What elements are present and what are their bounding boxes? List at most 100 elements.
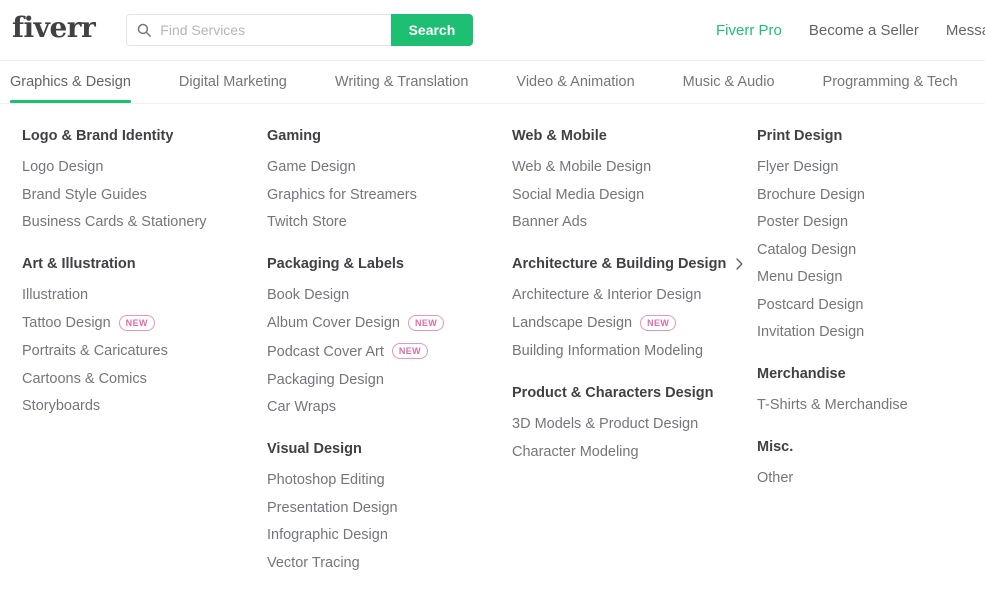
mega-menu-link[interactable]: Business Cards & Stationery (22, 215, 267, 230)
mega-menu-link[interactable]: Twitch Store (267, 215, 512, 230)
mega-menu-link-label: Infographic Design (267, 527, 388, 543)
mega-menu-link[interactable]: Car Wraps (267, 400, 512, 415)
mega-menu-link[interactable]: Catalog Design (757, 241, 985, 258)
group-title-label: Architecture & Building Design (512, 256, 727, 272)
new-badge: NEW (391, 343, 429, 359)
mega-menu-link[interactable]: Poster Design (757, 215, 985, 230)
mega-menu-link-label: Tattoo Design (22, 315, 111, 331)
mega-menu-link-label: Podcast Cover Art (267, 343, 384, 360)
mega-menu-link[interactable]: Cartoons & Comics (22, 370, 267, 387)
mega-menu-link-label: Catalog Design (757, 241, 857, 258)
mega-menu-link[interactable]: Other (757, 471, 985, 486)
mega-menu-link[interactable]: Storyboards (22, 399, 267, 414)
group-title: Print Design (757, 128, 985, 144)
mega-menu-link-label: Brochure Design (757, 186, 865, 203)
mega-menu-link-label: Invitation Design (757, 324, 865, 340)
mega-menu-link[interactable]: Album Cover Design NEW (267, 314, 512, 332)
mega-menu-link-label: Twitch Store (267, 214, 347, 230)
group-title-label: Logo & Brand Identity (22, 128, 174, 144)
mega-menu-link-label: Cartoons & Comics (22, 370, 147, 387)
mega-menu-link-label: Album Cover Design (267, 315, 400, 331)
group-title[interactable]: Architecture & Building Design (512, 256, 757, 272)
mega-menu-link[interactable]: Packaging Design (267, 371, 512, 388)
mega-menu-group: Architecture & Building Design Architectu… (512, 256, 757, 359)
catnav-item-writing-translation[interactable]: Writing & Translation (335, 62, 469, 103)
fiverr-logo[interactable]: fiverr (12, 14, 96, 46)
mega-menu-link[interactable]: Tattoo Design NEW (22, 314, 267, 332)
mega-menu-link[interactable]: Landscape Design NEW (512, 314, 757, 332)
mega-menu-link-label: Business Cards & Stationery (22, 214, 207, 230)
mega-menu-link[interactable]: Illustration (22, 288, 267, 303)
catnav-item-digital-marketing[interactable]: Digital Marketing (179, 62, 287, 103)
group-title: Art & Illustration (22, 256, 267, 272)
group-title: Misc. (757, 439, 985, 455)
mega-menu-link[interactable]: Graphics for Streamers (267, 187, 512, 203)
header-link-become-a-seller[interactable]: Become a Seller (809, 22, 919, 39)
mega-menu-link-label: Packaging Design (267, 371, 384, 388)
catnav-item-music-audio[interactable]: Music & Audio (683, 62, 775, 103)
catnav-item-programming-tech[interactable]: Programming & Tech (823, 62, 958, 103)
mega-menu-group: Logo & Brand Identity Logo Design Brand St… (22, 128, 267, 230)
mega-menu-link[interactable]: Postcard Design (757, 297, 985, 313)
group-title: Web & Mobile (512, 128, 757, 144)
mega-menu-group: Art & Illustration Illustration Tattoo Des… (22, 256, 267, 414)
mega-menu-column: Logo & Brand Identity Logo Design Brand St… (22, 128, 267, 571)
mega-menu-link[interactable]: Social Media Design (512, 186, 757, 203)
mega-menu-link[interactable]: Presentation Design (267, 499, 512, 516)
mega-menu-group: Merchandise T-Shirts & Merchandise (757, 366, 985, 413)
group-title-label: Merchandise (757, 366, 846, 382)
search-input[interactable] (160, 22, 381, 38)
search-button[interactable]: Search (390, 14, 474, 46)
group-title-label: Packaging & Labels (267, 256, 404, 272)
mega-menu-link[interactable]: Podcast Cover Art NEW (267, 343, 512, 360)
mega-menu-link[interactable]: Game Design (267, 160, 512, 175)
mega-menu-link[interactable]: Banner Ads (512, 215, 757, 230)
group-title-label: Web & Mobile (512, 128, 607, 144)
mega-menu-link-label: Character Modeling (512, 443, 639, 460)
mega-menu-group: Web & Mobile Web & Mobile Design Social Me… (512, 128, 757, 230)
chevron-right-icon (736, 258, 743, 270)
mega-menu-group: Print Design Flyer Design Brochure Design P… (757, 128, 985, 340)
catnav-item-video-animation[interactable]: Video & Animation (516, 62, 634, 103)
mega-menu-link-label: Flyer Design (757, 159, 839, 175)
group-title-label: Visual Design (267, 441, 362, 457)
mega-menu-link-label: Menu Design (757, 269, 843, 285)
group-title-label: Gaming (267, 128, 321, 144)
header-link-fiverr-pro[interactable]: Fiverr Pro (716, 22, 782, 39)
mega-menu-link[interactable]: Book Design (267, 288, 512, 303)
mega-menu-link[interactable]: Architecture & Interior Design (512, 288, 757, 303)
search-bar: Search (126, 14, 474, 46)
search-box[interactable] (126, 14, 391, 46)
mega-menu-link[interactable]: Character Modeling (512, 443, 757, 460)
catnav-item-graphics-design[interactable]: Graphics & Design (10, 62, 131, 103)
mega-menu-link[interactable]: Photoshop Editing (267, 473, 512, 488)
mega-menu-link[interactable]: Logo Design (22, 160, 267, 175)
mega-menu-link[interactable]: Menu Design (757, 270, 985, 285)
mega-menu-link-label: Photoshop Editing (267, 472, 385, 488)
mega-menu-link-label: Game Design (267, 159, 356, 175)
mega-menu-link[interactable]: Brochure Design (757, 186, 985, 203)
header-link-messages[interactable]: Messages (946, 22, 985, 39)
mega-menu-link-label: Portraits & Caricatures (22, 343, 168, 359)
mega-menu-link[interactable]: Invitation Design (757, 325, 985, 340)
mega-menu-link[interactable]: Portraits & Caricatures (22, 344, 267, 359)
mega-menu-link[interactable]: Flyer Design (757, 160, 985, 175)
mega-menu-link[interactable]: Building Information Modeling (512, 344, 757, 359)
mega-menu-link[interactable]: Brand Style Guides (22, 187, 267, 203)
group-title: Merchandise (757, 366, 985, 382)
mega-menu-link-label: Logo Design (22, 159, 104, 175)
mega-menu-link-label: Web & Mobile Design (512, 159, 652, 175)
mega-menu-link-label: Other (757, 470, 794, 486)
mega-menu-link-label: T-Shirts & Merchandise (757, 397, 908, 413)
mega-menu-link[interactable]: Infographic Design (267, 528, 512, 543)
header-links: Fiverr Pro Become a Seller Messages (716, 0, 985, 61)
mega-menu-panel: Logo & Brand Identity Logo Design Brand St… (0, 104, 985, 600)
mega-menu-link[interactable]: T-Shirts & Merchandise (757, 398, 985, 413)
mega-menu-link-label: Social Media Design (512, 186, 645, 203)
mega-menu-link-label: Book Design (267, 287, 350, 303)
mega-menu-link[interactable]: Web & Mobile Design (512, 160, 757, 175)
mega-menu-link-label: Presentation Design (267, 499, 398, 516)
mega-menu-link[interactable]: Vector Tracing (267, 555, 512, 571)
mega-menu-link[interactable]: 3D Models & Product Design (512, 417, 757, 432)
group-title: Logo & Brand Identity (22, 128, 267, 144)
